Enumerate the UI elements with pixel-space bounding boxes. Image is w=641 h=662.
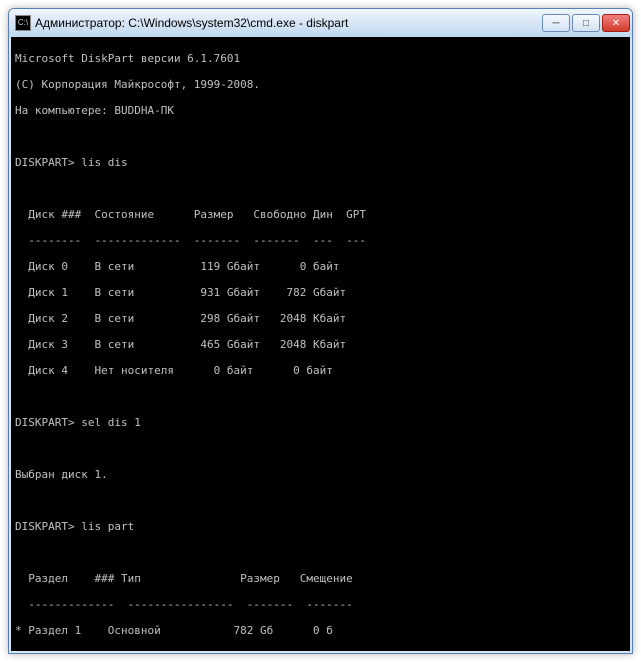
- part-table-header: Раздел ### Тип Размер Смещение: [15, 572, 626, 585]
- disk-row: Диск 0 В сети 119 Gбайт 0 байт: [15, 260, 626, 273]
- blank-line: [15, 494, 626, 507]
- header-line: Microsoft DiskPart версии 6.1.7601: [15, 52, 626, 65]
- window-buttons: ─ □ ✕: [542, 14, 630, 32]
- header-line: На компьютере: BUDDHA-ПК: [15, 104, 626, 117]
- minimize-button[interactable]: ─: [542, 14, 570, 32]
- maximize-button[interactable]: □: [572, 14, 600, 32]
- blank-line: [15, 442, 626, 455]
- cmd-window: C:\ Администратор: C:\Windows\system32\c…: [8, 8, 633, 654]
- blank-line: [15, 390, 626, 403]
- window-title: Администратор: C:\Windows\system32\cmd.e…: [35, 16, 542, 30]
- part-row: Раздел 0 Расширенный 148 Gб 782 Gб: [15, 650, 626, 653]
- disk-table-header: Диск ### Состояние Размер Свободно Дин G…: [15, 208, 626, 221]
- result-line: Выбран диск 1.: [15, 468, 626, 481]
- close-button[interactable]: ✕: [602, 14, 630, 32]
- prompt-line: DISKPART> lis dis: [15, 156, 626, 169]
- part-table-sep: ------------- ---------------- ------- -…: [15, 598, 626, 611]
- blank-line: [15, 546, 626, 559]
- header-line: (C) Корпорация Майкрософт, 1999-2008.: [15, 78, 626, 91]
- console-output[interactable]: Microsoft DiskPart версии 6.1.7601 (C) К…: [9, 37, 632, 653]
- disk-row: Диск 4 Нет носителя 0 байт 0 байт: [15, 364, 626, 377]
- disk-row: Диск 3 В сети 465 Gбайт 2048 Kбайт: [15, 338, 626, 351]
- prompt-line: DISKPART> sel dis 1: [15, 416, 626, 429]
- prompt-line: DISKPART> lis part: [15, 520, 626, 533]
- disk-row: Диск 2 В сети 298 Gбайт 2048 Kбайт: [15, 312, 626, 325]
- disk-row: Диск 1 В сети 931 Gбайт 782 Gбайт: [15, 286, 626, 299]
- blank-line: [15, 182, 626, 195]
- blank-line: [15, 130, 626, 143]
- cmd-icon: C:\: [15, 15, 31, 31]
- titlebar[interactable]: C:\ Администратор: C:\Windows\system32\c…: [9, 9, 632, 37]
- disk-table-sep: -------- ------------- ------- ------- -…: [15, 234, 626, 247]
- part-row: * Раздел 1 Основной 782 Gб 0 б: [15, 624, 626, 637]
